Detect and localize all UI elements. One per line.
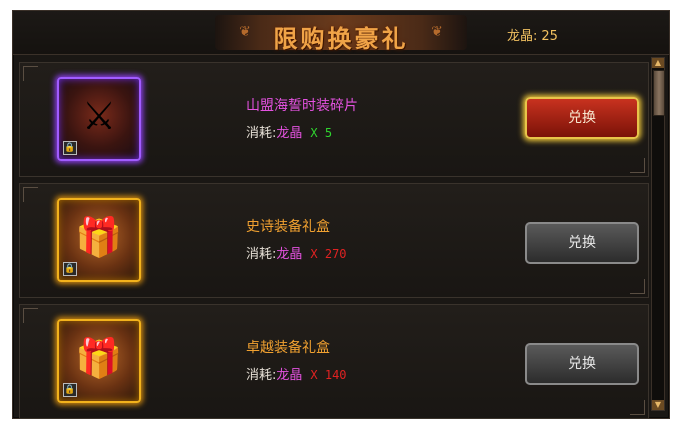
cost-currency: 龙晶	[276, 126, 303, 141]
exchange-panel: ❦ 限购换豪礼 ❦ 龙晶: 25 ⚔ 🔒 山盟海誓时装碎片 消耗:龙晶 X 5 兑换…	[12, 10, 670, 419]
list-item: 🎁 🔒 史诗装备礼盒 消耗:龙晶 X 270 兑换	[19, 183, 649, 298]
item-icon[interactable]: 🎁 🔒	[57, 319, 141, 403]
scroll-thumb[interactable]	[653, 70, 665, 116]
title-plate: ❦ 限购换豪礼 ❦	[215, 15, 467, 53]
scrollbar[interactable]: ▲ ▼	[651, 57, 665, 411]
cost-amount: X 5	[310, 126, 333, 140]
gift-box-icon: 🎁	[75, 215, 123, 259]
item-cost: 消耗:龙晶 X 5	[246, 122, 332, 141]
exchange-button[interactable]: 兑换	[525, 97, 639, 139]
armor-fashion-icon: ⚔	[81, 94, 117, 138]
scroll-up-icon[interactable]: ▲	[652, 58, 664, 68]
list-item: ⚔ 🔒 山盟海誓时装碎片 消耗:龙晶 X 5 兑换	[19, 62, 649, 177]
exchange-button[interactable]: 兑换	[525, 343, 639, 385]
cost-label: 消耗:	[246, 126, 277, 141]
item-icon[interactable]: 🎁 🔒	[57, 198, 141, 282]
item-name: 史诗装备礼盒	[246, 219, 330, 235]
item-name: 卓越装备礼盒	[246, 340, 330, 356]
lock-icon: 🔒	[63, 141, 77, 155]
scroll-down-icon[interactable]: ▼	[652, 400, 664, 410]
currency-display: 龙晶: 25	[507, 25, 558, 44]
cost-currency: 龙晶	[276, 247, 303, 262]
cost-label: 消耗:	[246, 368, 277, 383]
exchange-button[interactable]: 兑换	[525, 222, 639, 264]
right-ornament-icon: ❦	[431, 24, 443, 40]
item-cost: 消耗:龙晶 X 270	[246, 243, 347, 262]
list-item: 🎁 🔒 卓越装备礼盒 消耗:龙晶 X 140 兑换	[19, 304, 649, 419]
panel-header: ❦ 限购换豪礼 ❦ 龙晶: 25	[13, 11, 669, 55]
currency-label: 龙晶:	[507, 29, 538, 44]
lock-icon: 🔒	[63, 262, 77, 276]
item-cost: 消耗:龙晶 X 140	[246, 364, 347, 383]
cost-amount: X 270	[310, 247, 347, 261]
cost-currency: 龙晶	[276, 368, 303, 383]
cost-amount: X 140	[310, 368, 347, 382]
lock-icon: 🔒	[63, 383, 77, 397]
item-name: 山盟海誓时装碎片	[246, 98, 358, 114]
item-icon[interactable]: ⚔ 🔒	[57, 77, 141, 161]
currency-value: 25	[541, 29, 558, 44]
cost-label: 消耗:	[246, 247, 277, 262]
gift-box-icon: 🎁	[75, 336, 123, 380]
